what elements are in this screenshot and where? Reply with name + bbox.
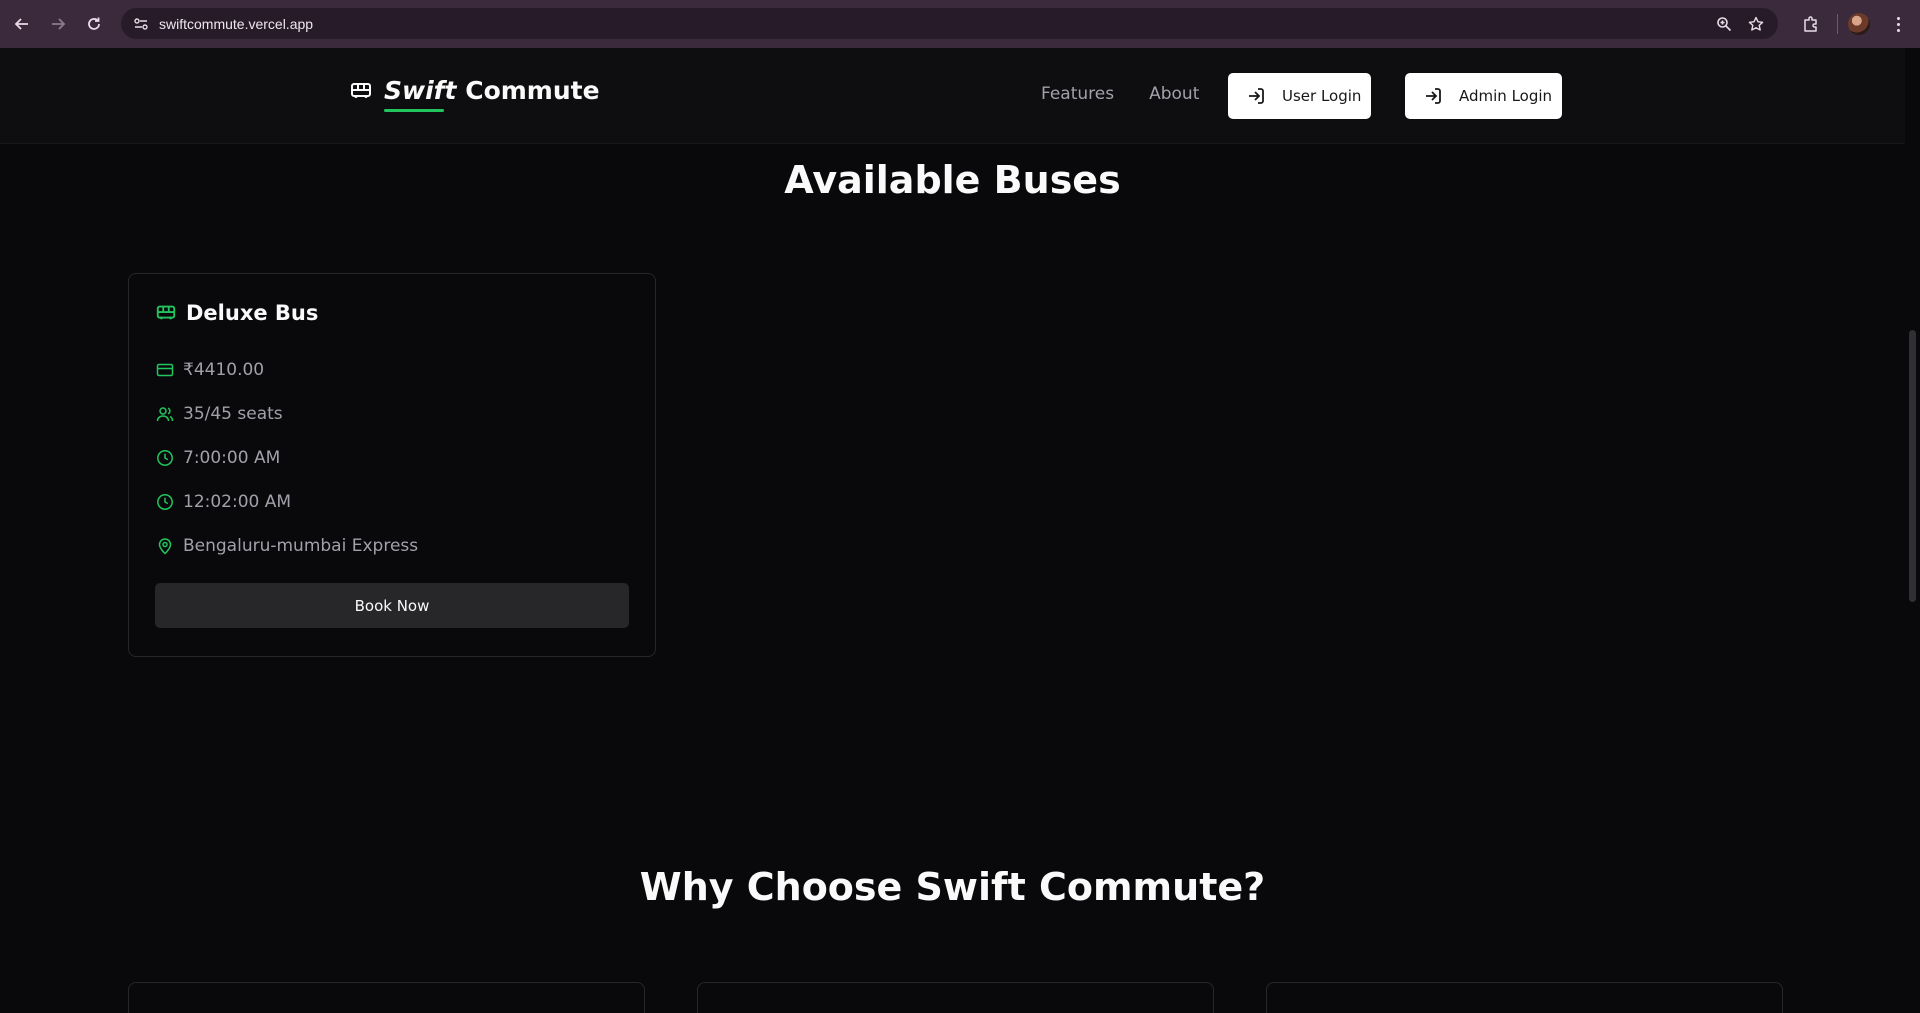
clock-icon	[156, 493, 174, 511]
users-icon	[156, 405, 174, 423]
reload-icon[interactable]	[78, 8, 110, 40]
nav-about[interactable]: About	[1149, 84, 1199, 104]
bus-departure-row: 7:00:00 AM	[156, 448, 280, 468]
bus-icon	[155, 302, 177, 324]
browser-toolbar: swiftcommute.vercel.app	[0, 0, 1920, 48]
bus-card: Deluxe Bus ₹4410.00 35/45 seats 7:00:00 …	[128, 273, 656, 657]
login-icon	[1246, 86, 1266, 106]
nav-links: Features About	[1041, 84, 1199, 104]
scrollbar-thumb[interactable]	[1909, 330, 1916, 602]
brand-logo[interactable]: Swift Commute	[349, 76, 600, 112]
credit-card-icon	[156, 361, 174, 379]
profile-avatar[interactable]	[1848, 13, 1870, 35]
bus-price-row: ₹4410.00	[156, 360, 264, 380]
bus-arrival-time: 12:02:00 AM	[183, 492, 292, 512]
bus-name: Deluxe Bus	[186, 301, 319, 325]
bus-seats: 35/45 seats	[183, 404, 283, 424]
back-icon[interactable]	[6, 8, 38, 40]
bus-route-row: Bengaluru-mumbai Express	[156, 536, 418, 556]
admin-login-label: Admin Login	[1459, 87, 1553, 105]
page-content: Swift Commute Features About User Login …	[0, 48, 1920, 1013]
bus-route: Bengaluru-mumbai Express	[183, 536, 419, 556]
bus-card-header: Deluxe Bus	[155, 301, 318, 325]
book-now-button[interactable]: Book Now	[155, 583, 629, 628]
bus-price: ₹4410.00	[183, 360, 265, 380]
user-login-label: User Login	[1282, 87, 1362, 105]
feature-card	[697, 982, 1214, 1013]
bus-departure-time: 7:00:00 AM	[183, 448, 281, 468]
bus-arrival-row: 12:02:00 AM	[156, 492, 291, 512]
extensions-icon[interactable]	[1795, 8, 1827, 40]
url-text[interactable]: swiftcommute.vercel.app	[159, 16, 313, 32]
admin-login-button[interactable]: Admin Login	[1405, 73, 1562, 119]
site-header: Swift Commute Features About User Login …	[0, 48, 1905, 144]
site-info-icon[interactable]	[129, 12, 153, 36]
toolbar-divider	[1837, 14, 1838, 34]
page-scrollbar[interactable]	[1905, 48, 1920, 1013]
bus-icon	[349, 79, 373, 103]
menu-icon[interactable]	[1888, 8, 1908, 40]
user-login-button[interactable]: User Login	[1228, 73, 1371, 119]
brand-name: Swift Commute	[384, 76, 600, 112]
bookmark-star-icon[interactable]	[1744, 12, 1768, 36]
address-bar[interactable]: swiftcommute.vercel.app	[121, 8, 1778, 39]
login-icon	[1423, 86, 1443, 106]
brand-swift: Swift	[384, 76, 457, 105]
brand-commute: Commute	[465, 76, 600, 105]
zoom-icon[interactable]	[1712, 12, 1736, 36]
why-choose-title: Why Choose Swift Commute?	[639, 865, 1266, 909]
bus-seats-row: 35/45 seats	[156, 404, 283, 424]
feature-card	[1266, 982, 1783, 1013]
forward-icon[interactable]	[42, 8, 74, 40]
clock-icon	[156, 449, 174, 467]
nav-features[interactable]: Features	[1041, 84, 1114, 104]
available-buses-title: Available Buses	[784, 158, 1121, 202]
feature-card	[128, 982, 645, 1013]
brand-underline	[384, 109, 444, 112]
map-pin-icon	[156, 537, 174, 555]
